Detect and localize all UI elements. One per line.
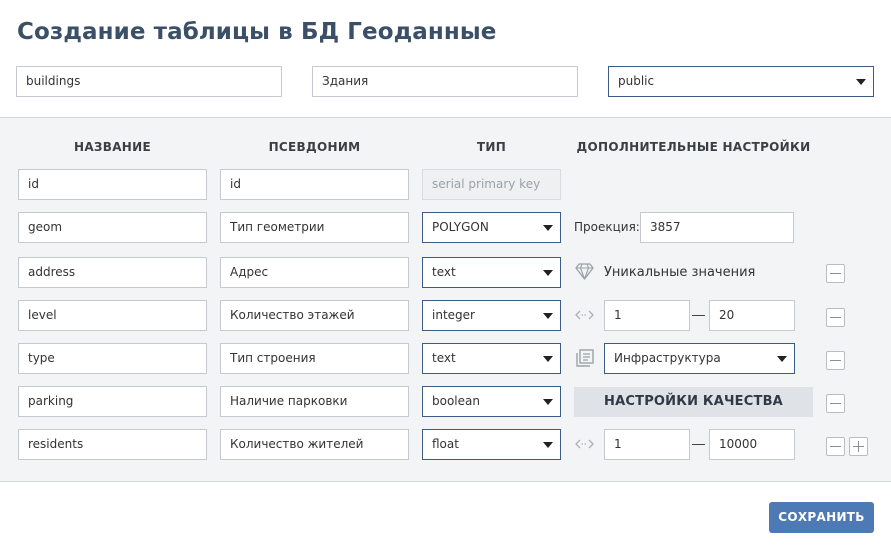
chevron-down-icon (543, 356, 553, 362)
column-type-select[interactable]: boolean (422, 386, 561, 417)
column-name-input[interactable]: residents (18, 429, 207, 460)
chevron-down-icon (777, 356, 787, 362)
dictionary-select[interactable]: Инфраструктура (604, 343, 795, 374)
dictionary-select-value: Инфраструктура (614, 351, 721, 365)
column-name-input[interactable]: id (18, 169, 207, 200)
schema-select[interactable]: public (608, 66, 874, 97)
chevron-down-icon (543, 442, 553, 448)
dictionary-icon[interactable] (575, 349, 594, 367)
remove-row-button[interactable] (826, 351, 845, 370)
column-alias-input[interactable]: Тип строения (220, 343, 409, 374)
minus-icon (830, 446, 841, 447)
range-arrows-icon[interactable] (575, 309, 594, 321)
column-alias-input[interactable]: Тип геометрии (220, 212, 409, 243)
column-type-value: POLYGON (432, 220, 489, 234)
chevron-down-icon (856, 79, 866, 85)
schema-select-value: public (618, 74, 655, 88)
save-button[interactable]: СОХРАНИТЬ (769, 502, 874, 533)
column-type-value: float (432, 437, 459, 451)
column-type-select[interactable]: float (422, 429, 561, 460)
range-dash (692, 315, 705, 316)
column-type-select[interactable]: POLYGON (422, 212, 561, 243)
table-name-input[interactable]: buildings (16, 66, 282, 97)
range-dash (692, 444, 705, 445)
column-type-value: integer (432, 308, 475, 322)
chevron-down-icon (543, 270, 553, 276)
projection-input[interactable]: 3857 (640, 212, 794, 243)
column-type-value: boolean (432, 394, 480, 408)
unique-values-label[interactable]: Уникальные значения (604, 265, 755, 280)
column-name-input[interactable]: type (18, 343, 207, 374)
column-header-extra: ДОПОЛНИТЕЛЬНЫЕ НАСТРОЙКИ (576, 140, 811, 154)
projection-label: Проекция: (574, 220, 640, 234)
column-alias-input[interactable]: Адрес (220, 257, 409, 288)
minus-icon (830, 403, 841, 404)
quality-settings-button[interactable]: НАСТРОЙКИ КАЧЕСТВА (574, 387, 813, 417)
range-min-input[interactable]: 1 (604, 300, 690, 331)
column-name-input[interactable]: address (18, 257, 207, 288)
minus-icon (830, 317, 841, 318)
add-row-button[interactable] (849, 437, 868, 456)
chevron-down-icon (543, 399, 553, 405)
table-alias-input[interactable]: Здания (312, 66, 578, 97)
page-title: Создание таблицы в БД Геоданные (17, 19, 497, 45)
column-type-select[interactable]: text (422, 257, 561, 288)
remove-row-button[interactable] (826, 437, 845, 456)
column-alias-input[interactable]: Наличие парковки (220, 386, 409, 417)
column-type-readonly: serial primary key (422, 169, 561, 200)
minus-icon (830, 360, 841, 361)
minus-icon (830, 273, 841, 274)
range-max-input[interactable]: 20 (709, 300, 795, 331)
column-type-value: text (432, 351, 456, 365)
diamond-icon[interactable] (575, 263, 594, 280)
chevron-down-icon (543, 313, 553, 319)
range-min-input[interactable]: 1 (604, 429, 690, 460)
column-type-select[interactable]: integer (422, 300, 561, 331)
column-type-value: text (432, 265, 456, 279)
chevron-down-icon (543, 225, 553, 231)
range-arrows-icon[interactable] (575, 438, 594, 450)
column-name-input[interactable]: parking (18, 386, 207, 417)
plus-icon-stroke (858, 441, 859, 452)
column-header-alias: ПСЕВДОНИМ (268, 140, 361, 154)
column-alias-input[interactable]: id (220, 169, 409, 200)
range-max-input[interactable]: 10000 (709, 429, 795, 460)
remove-row-button[interactable] (826, 394, 845, 413)
remove-row-button[interactable] (826, 264, 845, 283)
remove-row-button[interactable] (826, 308, 845, 327)
column-name-input[interactable]: geom (18, 212, 207, 243)
column-alias-input[interactable]: Количество этажей (220, 300, 409, 331)
column-alias-input[interactable]: Количество жителей (220, 429, 409, 460)
column-name-input[interactable]: level (18, 300, 207, 331)
column-header-type: ТИП (476, 140, 507, 154)
column-header-name: НАЗВАНИЕ (74, 140, 151, 154)
column-type-select[interactable]: text (422, 343, 561, 374)
